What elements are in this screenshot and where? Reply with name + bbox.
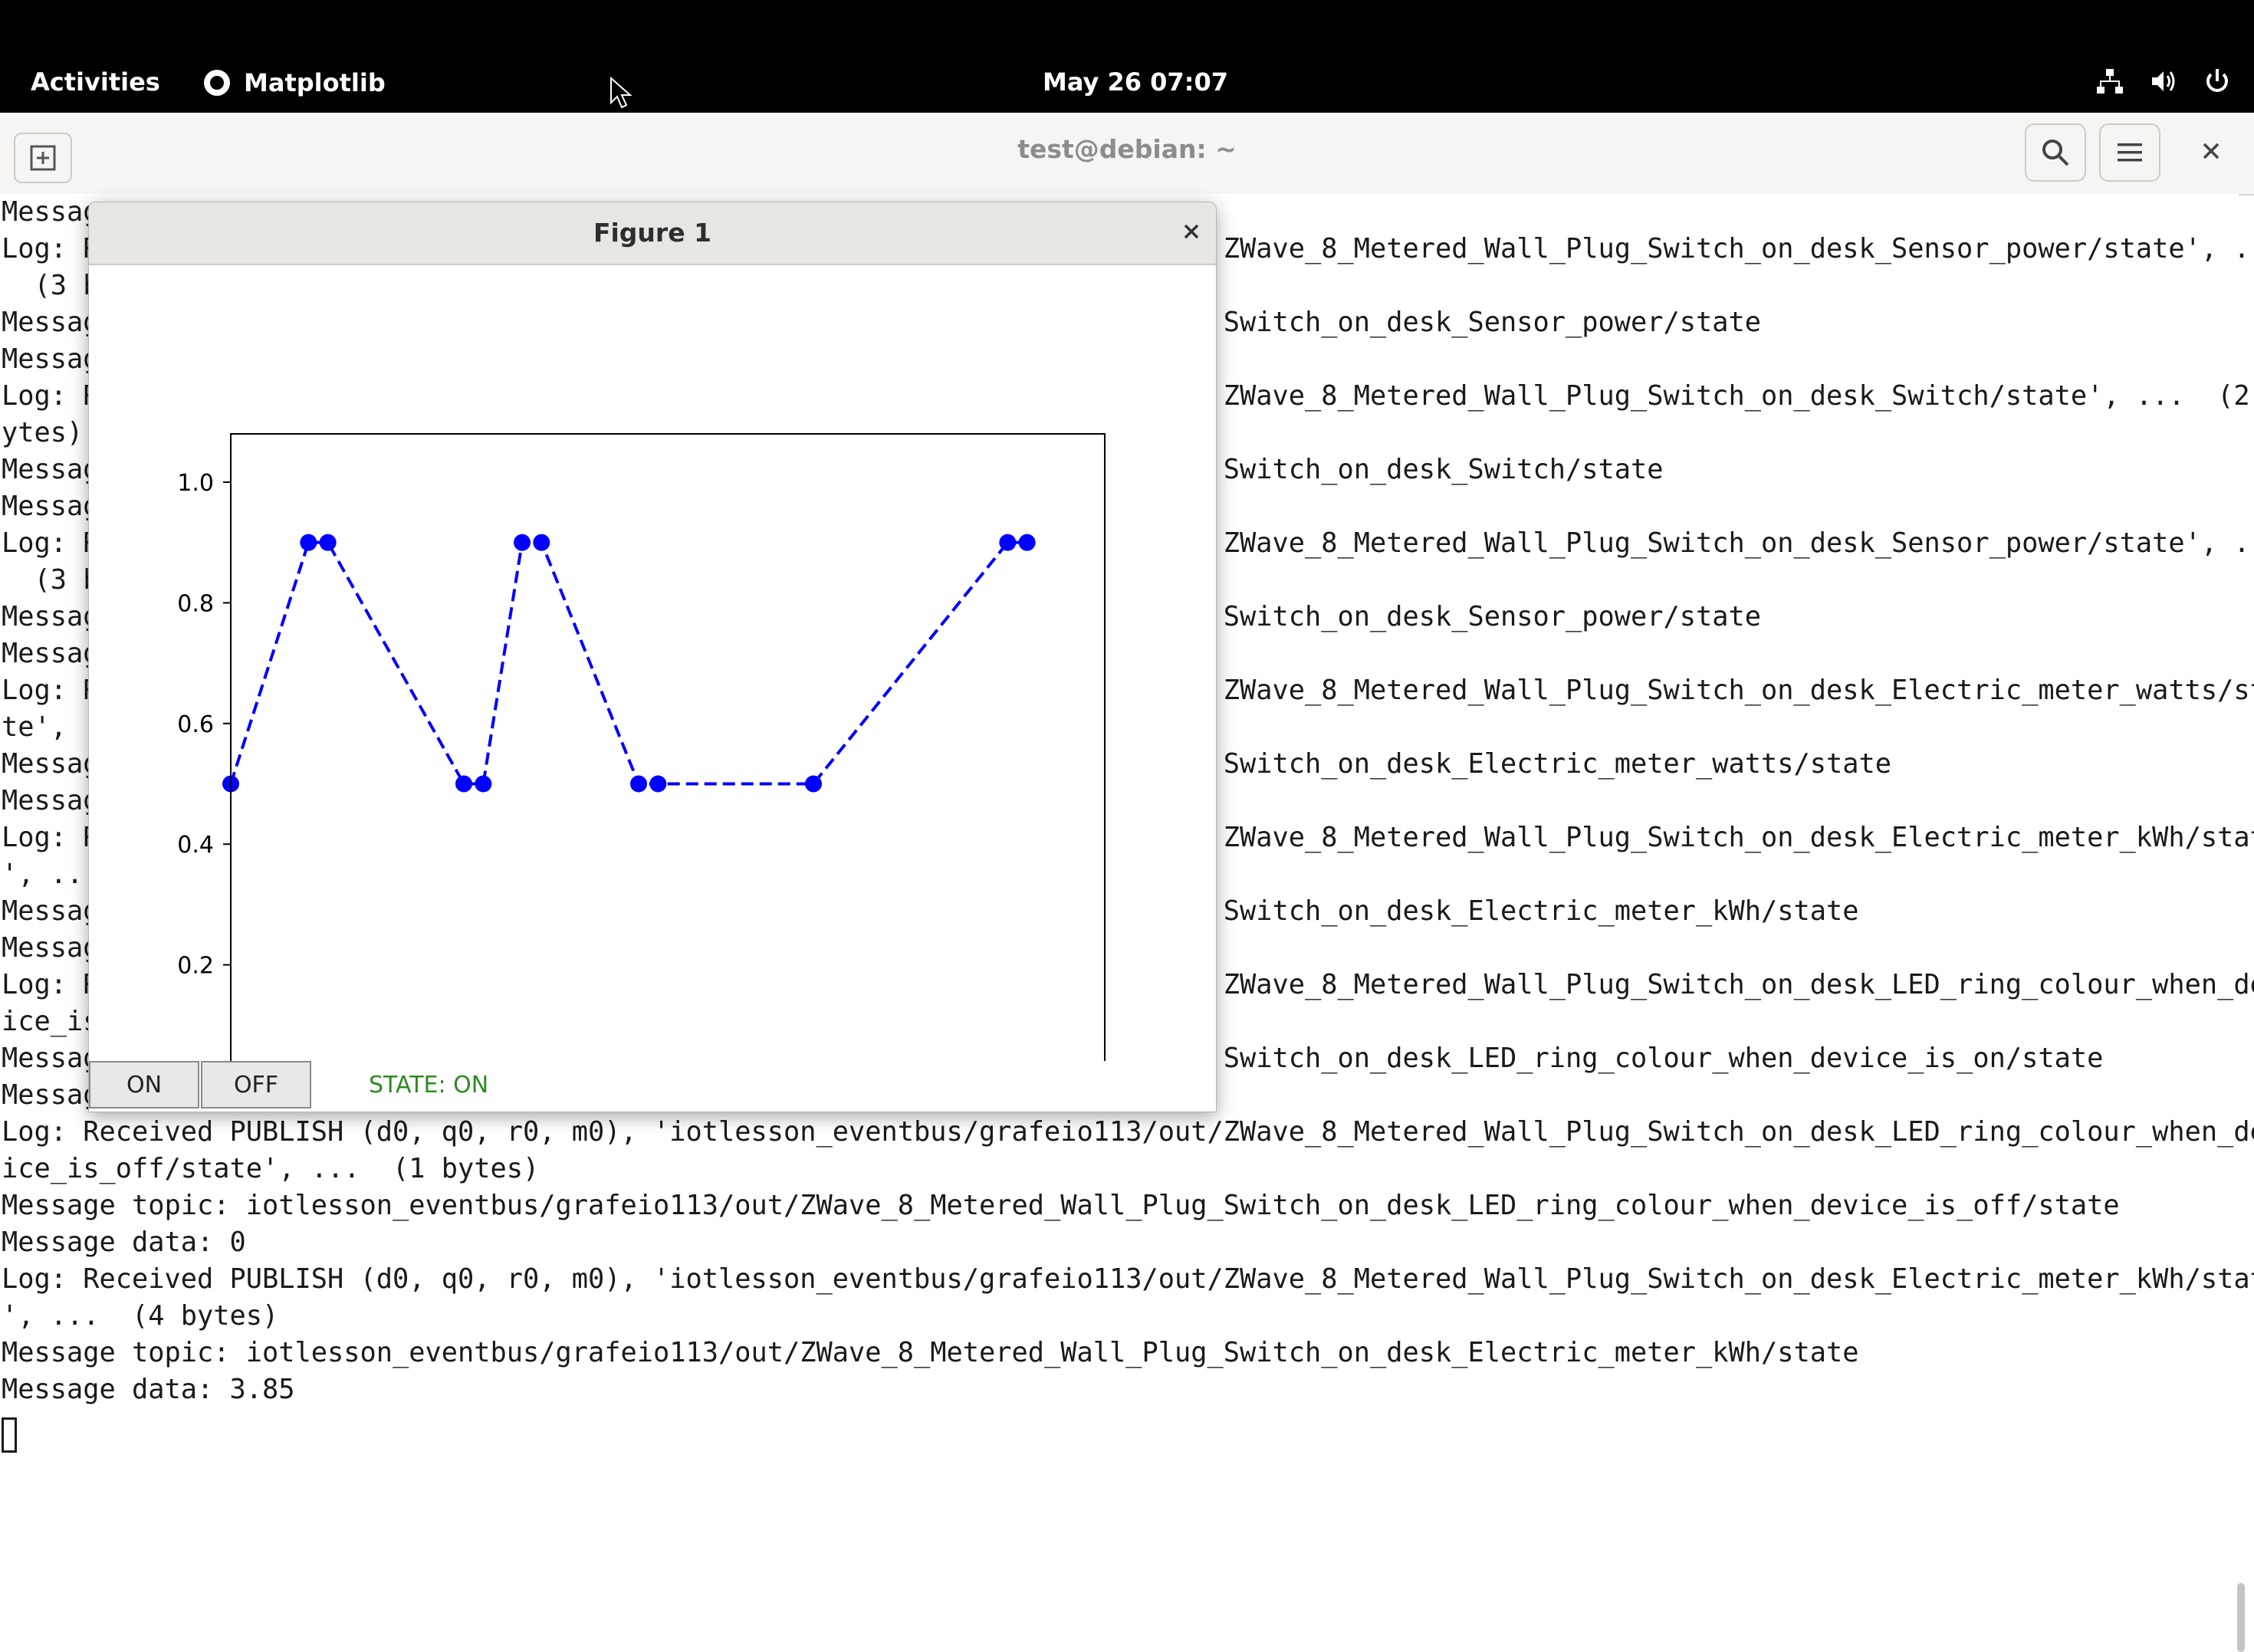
axes-frame <box>230 433 1106 1062</box>
terminal-line: ', ... (4 bytes) <box>2 1300 279 1332</box>
terminal-headerbar: test@debian: ~ <box>0 113 2254 195</box>
power-icon[interactable] <box>2203 67 2231 95</box>
data-point <box>475 775 492 793</box>
line-chart: 0.00.20.40.60.81.007:06:5507:07:0007:07:… <box>177 433 1106 1062</box>
scrollbar[interactable] <box>2237 1583 2245 1652</box>
terminal-line: Message data: 3.85 <box>2 1374 295 1405</box>
terminal-line: te', . <box>2 711 100 743</box>
data-point <box>514 534 531 551</box>
series-line <box>229 540 1027 786</box>
data-point <box>649 775 667 793</box>
close-icon <box>1184 224 1199 239</box>
search-icon <box>2042 140 2069 166</box>
y-tick-label: 0.8 <box>177 590 214 617</box>
terminal-line: Message topic: iotlesson_eventbus/grafei… <box>2 1190 2120 1221</box>
menu-button[interactable] <box>2099 123 2160 182</box>
activities-button[interactable]: Activities <box>31 67 160 97</box>
app-menu[interactable]: Matplotlib <box>204 67 386 98</box>
y-tick-label: 1.0 <box>177 470 214 497</box>
plot-canvas[interactable]: 0.00.20.40.60.81.007:06:5507:07:0007:07:… <box>89 265 1216 1062</box>
figure-title: Figure 1 <box>593 218 712 248</box>
figure-controls: ON OFF STATE: ON <box>89 1061 1216 1112</box>
state-label: STATE: ON <box>369 1072 489 1099</box>
top-bar: Activities Matplotlib May 26 07:07 <box>0 0 2254 113</box>
data-point <box>455 775 472 793</box>
terminal-line: ytes) <box>2 417 84 448</box>
app-name: Matplotlib <box>244 68 386 97</box>
off-button[interactable]: OFF <box>201 1061 311 1108</box>
system-tray[interactable] <box>2096 67 2231 95</box>
figure-close-button[interactable] <box>1176 216 1207 247</box>
data-point <box>319 534 337 551</box>
data-point <box>533 534 550 551</box>
terminal-line: Messag <box>2 343 100 375</box>
terminal-line: Message data: 0 <box>2 1227 246 1258</box>
terminal-line: Message topic: iotlesson_eventbus/grafei… <box>2 1337 1859 1368</box>
close-window-button[interactable] <box>2194 134 2228 168</box>
terminal-line: (3 b <box>2 564 100 596</box>
terminal-line: ice_is <box>2 1006 100 1037</box>
hamburger-menu-icon <box>2118 143 2142 162</box>
data-point <box>630 775 647 793</box>
data-point <box>999 534 1017 551</box>
search-button[interactable] <box>2025 123 2086 182</box>
terminal-line: Messag <box>2 1079 100 1111</box>
network-icon[interactable] <box>2096 67 2124 95</box>
y-tick-label: 0.4 <box>177 832 214 859</box>
data-point <box>300 534 317 551</box>
y-tick-label: 0.2 <box>177 953 214 980</box>
terminal-line: ', ... <box>2 859 100 890</box>
clock[interactable]: May 26 07:07 <box>1043 67 1228 97</box>
terminal-line: Log: Received PUBLISH (d0, q0, r0, m0), … <box>2 1263 2254 1295</box>
terminal-line: ice_is_off/state', ... (1 bytes) <box>2 1153 540 1184</box>
text-cursor <box>2 1417 17 1453</box>
terminal-title: test@debian: ~ <box>1017 134 1237 164</box>
terminal-line: Messag <box>2 638 100 669</box>
figure-titlebar[interactable]: Figure 1 <box>89 202 1216 265</box>
terminal-line: (3 b <box>2 270 100 301</box>
terminal-line: Log: Received PUBLISH (d0, q0, r0, m0), … <box>2 1116 2254 1148</box>
data-point <box>1018 534 1036 551</box>
close-icon <box>2203 143 2220 159</box>
data-point <box>805 775 822 793</box>
terminal-line: Messag <box>2 932 100 964</box>
on-button[interactable]: ON <box>89 1061 199 1108</box>
figure-window[interactable]: Figure 1 0.00.20.40.60.81.007:06:5507:07… <box>88 202 1217 1112</box>
terminal-line: Messag <box>2 491 100 522</box>
mouse-pointer-icon <box>610 77 632 109</box>
volume-icon[interactable] <box>2150 67 2177 95</box>
terminal-line: Messag <box>2 196 100 228</box>
y-tick-label: 0.6 <box>177 711 214 738</box>
terminal-line: Messag <box>2 785 100 816</box>
matplotlib-icon <box>204 70 230 96</box>
